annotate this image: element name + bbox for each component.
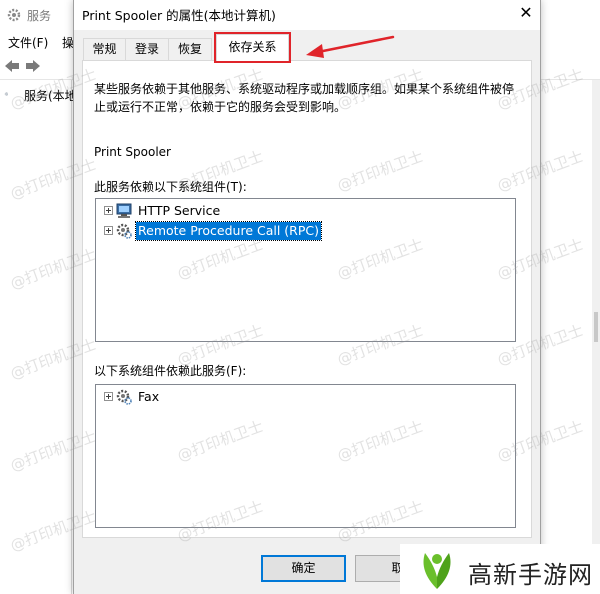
dialog-titlebar: Print Spooler 的属性(本地计算机) ✕	[74, 0, 540, 30]
depends-on-label: 此服务依赖以下系统组件(T):	[94, 180, 247, 194]
service-name: Print Spooler	[94, 145, 171, 159]
tree-item-http-service[interactable]: HTTP Service	[104, 201, 404, 221]
services-local-icon[interactable]	[4, 85, 22, 103]
depends-on-tree[interactable]: HTTP Service Remote Procedure Call (RPC)	[95, 198, 516, 342]
gear-service-icon	[116, 389, 132, 405]
dependencies-description: 某些服务依赖于其他服务、系统驱动程序或加载顺序组。如果某个系统组件被停止或运行不…	[94, 82, 515, 114]
dependents-label: 以下系统组件依赖此服务(F):	[94, 364, 247, 378]
expand-plus-icon[interactable]	[104, 392, 113, 401]
services-title: 服务	[27, 9, 52, 23]
services-scrollbar-thumb[interactable]	[594, 312, 598, 342]
tab-general[interactable]: 常规	[83, 38, 126, 60]
back-arrow-icon[interactable]	[3, 58, 21, 74]
annotation-arrow-icon	[306, 35, 395, 58]
tree-item-label[interactable]: HTTP Service	[136, 202, 222, 220]
services-gear-icon	[7, 8, 21, 22]
expand-plus-icon[interactable]	[104, 206, 113, 215]
tree-item-label[interactable]: Fax	[136, 388, 161, 406]
brand-text: 高新手游网	[468, 561, 593, 589]
forward-arrow-icon[interactable]	[24, 58, 42, 74]
gear-service-icon	[116, 223, 132, 239]
tree-item-rpc[interactable]: Remote Procedure Call (RPC)	[104, 221, 404, 241]
tab-logon[interactable]: 登录	[125, 38, 169, 60]
dialog-title: Print Spooler 的属性(本地计算机)	[82, 8, 276, 23]
services-tree-pane	[0, 80, 72, 594]
properties-dialog: Print Spooler 的属性(本地计算机) ✕ 常规 登录 恢复 依存关系…	[73, 0, 541, 594]
ok-button[interactable]: 确定	[261, 555, 346, 582]
tree-item-label-selected[interactable]: Remote Procedure Call (RPC)	[135, 221, 322, 241]
tab-recovery[interactable]: 恢复	[168, 38, 212, 60]
dependents-tree[interactable]: Fax	[95, 384, 516, 528]
brand-logo-icon	[423, 553, 451, 589]
computer-icon	[116, 203, 132, 218]
services-local-label[interactable]: 服务(本地	[24, 87, 77, 104]
menu-file[interactable]: 文件(F)	[8, 34, 48, 51]
expand-plus-icon[interactable]	[104, 226, 113, 235]
tree-item-fax[interactable]: Fax	[104, 387, 304, 407]
close-icon[interactable]: ✕	[514, 2, 538, 26]
tab-highlight-box	[214, 32, 291, 63]
